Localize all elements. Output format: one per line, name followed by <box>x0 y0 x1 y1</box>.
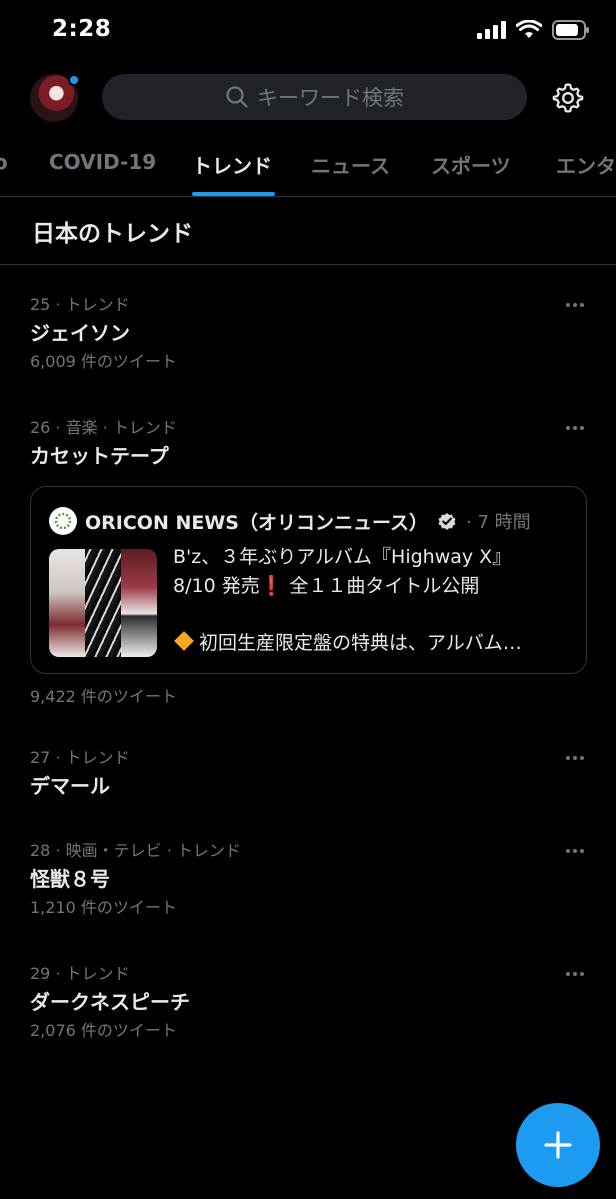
verified-icon <box>438 513 456 530</box>
trend-name: ダークネスピーチ <box>30 990 190 1014</box>
more-button[interactable] <box>560 293 590 317</box>
compose-tweet-button[interactable] <box>516 1103 600 1187</box>
trend-count: 2,076 件のツイート <box>30 1021 177 1040</box>
search-placeholder: キーワード検索 <box>257 86 404 110</box>
status-bar: 2:28 <box>0 0 616 60</box>
signal-icon <box>477 21 506 39</box>
news-source: ORICON NEWS（オリコンニュース） · 7 時間 <box>49 507 531 535</box>
trend-meta: 27 · トレンド <box>30 748 130 767</box>
more-button[interactable] <box>560 962 590 986</box>
plus-icon <box>544 1131 572 1159</box>
source-name: ORICON NEWS（オリコンニュース） <box>85 511 429 534</box>
headline-text: 8/10 発売 <box>173 575 260 597</box>
trend-name: ジェイソン <box>30 321 130 345</box>
snippet-text: 初回生産限定盤の特典は、アルバム… <box>199 632 522 654</box>
trend-name: デマール <box>30 774 110 798</box>
status-time: 2:28 <box>52 16 112 42</box>
tab-news[interactable]: ニュース <box>311 150 390 179</box>
exclamation-icon: ❗ <box>259 575 284 597</box>
trend-item[interactable]: 28 · 映画・テレビ · トレンド 怪獣８号 1,210 件のツイート <box>30 839 590 921</box>
trend-meta: 26 · 音楽 · トレンド <box>30 418 177 437</box>
active-tab-indicator <box>192 192 275 196</box>
trend-count: 6,009 件のツイート <box>30 352 177 371</box>
search-icon <box>226 86 248 108</box>
trend-item[interactable]: 25 · トレンド ジェイソン 6,009 件のツイート <box>30 293 590 375</box>
section-title: 日本のトレンド <box>32 221 193 247</box>
diamond-icon <box>174 631 194 651</box>
trend-count-row: 9,422 件のツイート <box>30 684 590 710</box>
news-snippet: 初回生産限定盤の特典は、アルバム… <box>173 629 573 658</box>
tab-previous[interactable]: ο <box>0 150 8 174</box>
headline-line: 8/10 発売❗ 全１１曲タイトル公開 <box>173 572 573 601</box>
tab-covid[interactable]: COVID-19 <box>49 150 156 174</box>
wifi-icon <box>516 20 542 38</box>
source-logo <box>49 507 77 535</box>
news-time: · 7 時間 <box>466 512 531 533</box>
news-card[interactable]: ORICON NEWS（オリコンニュース） · 7 時間 B'z、３年ぶりアルバ… <box>30 486 587 674</box>
trend-item[interactable]: 29 · トレンド ダークネスピーチ 2,076 件のツイート <box>30 962 590 1044</box>
news-headline: B'z、３年ぶりアルバム『Highway X』 8/10 発売❗ 全１１曲タイト… <box>173 543 573 601</box>
trend-meta: 28 · 映画・テレビ · トレンド <box>30 841 241 860</box>
trend-item[interactable]: 27 · トレンド デマール <box>30 746 590 802</box>
gear-icon <box>552 83 584 113</box>
headline-line: B'z、３年ぶりアルバム『Highway X』 <box>173 546 512 568</box>
status-icons <box>476 20 590 40</box>
trend-count: 1,210 件のツイート <box>30 898 177 917</box>
trend-count: 9,422 件のツイート <box>30 687 177 706</box>
news-thumbnail <box>49 549 157 657</box>
explore-tabs: ο COVID-19 トレンド ニュース スポーツ エンタ <box>0 140 616 197</box>
settings-button[interactable] <box>548 78 588 118</box>
trend-item[interactable]: 26 · 音楽 · トレンド カセットテープ <box>30 416 590 472</box>
trend-name: カセットテープ <box>30 444 169 468</box>
top-header: キーワード検索 <box>0 70 616 126</box>
more-button[interactable] <box>560 416 590 440</box>
tab-trends[interactable]: トレンド <box>192 150 272 179</box>
trend-meta: 29 · トレンド <box>30 964 130 983</box>
divider <box>0 264 616 265</box>
more-button[interactable] <box>560 839 590 863</box>
trend-meta: 25 · トレンド <box>30 295 130 314</box>
headline-text: 全１１曲タイトル公開 <box>283 575 480 597</box>
tab-sports[interactable]: スポーツ <box>431 150 511 179</box>
avatar[interactable] <box>30 74 80 122</box>
trend-name: 怪獣８号 <box>30 867 110 891</box>
more-button[interactable] <box>560 746 590 770</box>
tab-entertainment[interactable]: エンタ <box>556 150 616 179</box>
battery-icon <box>552 20 589 40</box>
notification-dot <box>68 74 80 86</box>
search-input[interactable]: キーワード検索 <box>102 74 527 120</box>
oricon-logo-icon <box>54 512 72 530</box>
